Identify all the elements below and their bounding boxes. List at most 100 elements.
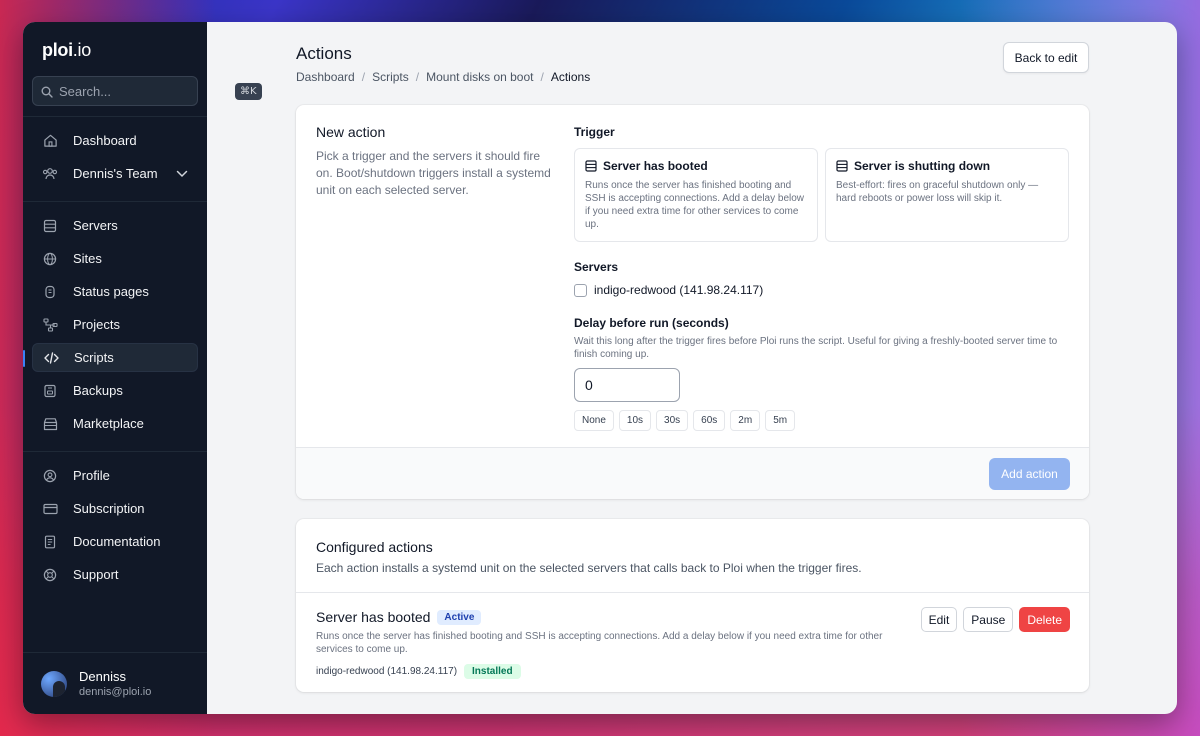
- breadcrumb-current: Actions: [550, 70, 591, 84]
- sidebar-item-backups[interactable]: Backups: [32, 376, 198, 405]
- main-content: Actions Dashboard / Scripts / Mount disk…: [207, 22, 1177, 714]
- user-email: dennis@ploi.io: [79, 686, 152, 698]
- action-server: indigo-redwood (141.98.24.117) Installed: [316, 664, 521, 679]
- configured-actions-description: Each action installs a systemd unit on t…: [316, 561, 862, 575]
- trigger-label: Trigger: [574, 125, 615, 139]
- breadcrumb-scripts[interactable]: Scripts: [372, 70, 409, 84]
- delay-input[interactable]: [574, 368, 680, 402]
- servers-label: Servers: [574, 260, 619, 274]
- action-buttons: Edit Pause Delete: [920, 607, 1070, 632]
- back-to-edit-button[interactable]: Back to edit: [1003, 42, 1089, 73]
- sidebar-item-scripts[interactable]: Scripts: [23, 343, 198, 372]
- delay-description: Wait this long after the trigger fires b…: [574, 336, 1058, 360]
- code-icon: [43, 350, 59, 366]
- breadcrumb-dashboard[interactable]: Dashboard: [296, 70, 355, 84]
- sidebar-item-sites[interactable]: Sites: [32, 244, 198, 273]
- preset-30s-button[interactable]: 30s: [656, 410, 689, 431]
- configured-actions-card: Configured actions Each action installs …: [296, 519, 1089, 692]
- sidebar-item-subscription[interactable]: Subscription: [32, 494, 198, 523]
- logo[interactable]: ploi.io: [23, 22, 207, 69]
- sidebar-item-label: Dashboard: [73, 133, 137, 148]
- sidebar-item-label: Subscription: [73, 501, 145, 516]
- new-action-card: New action Pick a trigger and the server…: [296, 105, 1089, 499]
- sidebar-item-label: Sites: [73, 251, 102, 266]
- avatar: [41, 670, 67, 697]
- delete-button[interactable]: Delete: [1019, 607, 1070, 632]
- sidebar-item-label: Profile: [73, 468, 110, 483]
- sidebar-item-team[interactable]: Dennis's Team: [32, 159, 198, 188]
- preset-none-button[interactable]: None: [574, 410, 614, 431]
- installed-badge: Installed: [464, 664, 521, 679]
- preset-60s-button[interactable]: 60s: [693, 410, 726, 431]
- breadcrumb-script[interactable]: Mount disks on boot: [426, 70, 533, 84]
- home-icon: [42, 133, 58, 149]
- sidebar-item-label: Servers: [73, 218, 118, 233]
- new-action-description: Pick a trigger and the servers it should…: [316, 149, 551, 197]
- breadcrumb-separator: /: [361, 70, 366, 84]
- preset-2m-button[interactable]: 2m: [730, 410, 761, 431]
- preset-5m-button[interactable]: 5m: [765, 410, 796, 431]
- server-icon: [836, 160, 848, 172]
- sidebar-item-support[interactable]: Support: [32, 560, 198, 589]
- user-name: Denniss: [79, 669, 126, 684]
- delay-presets: None 10s 30s 60s 2m 5m: [574, 410, 796, 431]
- team-icon: [42, 166, 58, 182]
- new-action-footer: Add action: [296, 447, 1089, 499]
- sidebar-item-projects[interactable]: Projects: [32, 310, 198, 339]
- globe-icon: [42, 251, 58, 267]
- doc-icon: [42, 534, 58, 550]
- server-checkbox[interactable]: [574, 283, 587, 297]
- sidebar-nav-main: Servers Sites Status pages Projects Scri…: [23, 211, 207, 442]
- sidebar-item-servers[interactable]: Servers: [32, 211, 198, 240]
- edit-button[interactable]: Edit: [920, 607, 958, 632]
- sidebar-item-profile[interactable]: Profile: [32, 461, 198, 490]
- trigger-option-booted[interactable]: Server has booted Runs once the server h…: [574, 148, 818, 242]
- card-icon: [42, 501, 58, 517]
- sidebar-item-documentation[interactable]: Documentation: [32, 527, 198, 556]
- trigger-option-title: Server has booted: [603, 159, 708, 173]
- action-title: Server has booted Active: [316, 609, 482, 625]
- sidebar-item-label: Scripts: [74, 350, 114, 365]
- app-window: ploi.io ⌘K Dashboard Dennis's Team: [23, 22, 1177, 714]
- sidebar-item-label: Status pages: [73, 284, 149, 299]
- server-icon: [585, 160, 597, 172]
- page-title: Actions: [296, 44, 352, 63]
- breadcrumb: Dashboard / Scripts / Mount disks on boo…: [296, 70, 590, 84]
- sidebar: ploi.io ⌘K Dashboard Dennis's Team: [23, 22, 262, 714]
- search-box[interactable]: ⌘K: [32, 76, 262, 106]
- new-action-title: New action: [316, 124, 386, 140]
- server-option-label: indigo-redwood (141.98.24.117): [594, 283, 764, 297]
- support-icon: [42, 567, 58, 583]
- action-description: Runs once the server has finished bootin…: [316, 631, 883, 655]
- action-server-label: indigo-redwood (141.98.24.117): [316, 666, 458, 677]
- sidebar-item-label: Dennis's Team: [73, 166, 158, 181]
- breadcrumb-separator: /: [540, 70, 544, 84]
- status-badge: Active: [437, 609, 482, 625]
- sidebar-item-label: Support: [73, 567, 119, 582]
- add-action-button[interactable]: Add action: [989, 458, 1070, 490]
- sidebar-item-dashboard[interactable]: Dashboard: [32, 126, 198, 155]
- server-option[interactable]: indigo-redwood (141.98.24.117): [574, 283, 763, 297]
- user-menu[interactable]: Denniss dennis@ploi.io: [23, 652, 207, 714]
- chevron-down-icon[interactable]: [176, 166, 188, 181]
- preset-10s-button[interactable]: 10s: [618, 410, 652, 431]
- status-icon: [42, 284, 58, 300]
- sidebar-item-marketplace[interactable]: Marketplace: [32, 409, 198, 438]
- sidebar-item-label: Documentation: [73, 534, 161, 549]
- breadcrumb-separator: /: [415, 70, 420, 84]
- sidebar-item-status-pages[interactable]: Status pages: [32, 277, 198, 306]
- sidebar-nav-primary: Dashboard Dennis's Team: [23, 126, 207, 192]
- trigger-option-title: Server is shutting down: [854, 159, 991, 173]
- backup-icon: [42, 383, 58, 399]
- delay-label: Delay before run (seconds): [574, 316, 729, 330]
- projects-icon: [42, 317, 58, 333]
- pause-button[interactable]: Pause: [963, 607, 1014, 632]
- server-icon: [42, 218, 58, 234]
- trigger-option-shutdown[interactable]: Server is shutting down Best-effort: fir…: [825, 148, 1069, 242]
- trigger-option-description: Runs once the server has finished bootin…: [585, 180, 805, 230]
- configured-actions-title: Configured actions: [316, 539, 433, 555]
- profile-icon: [42, 468, 58, 484]
- divider: [296, 592, 1089, 593]
- action-title-text: Server has booted: [316, 609, 431, 625]
- sidebar-item-label: Marketplace: [73, 416, 144, 431]
